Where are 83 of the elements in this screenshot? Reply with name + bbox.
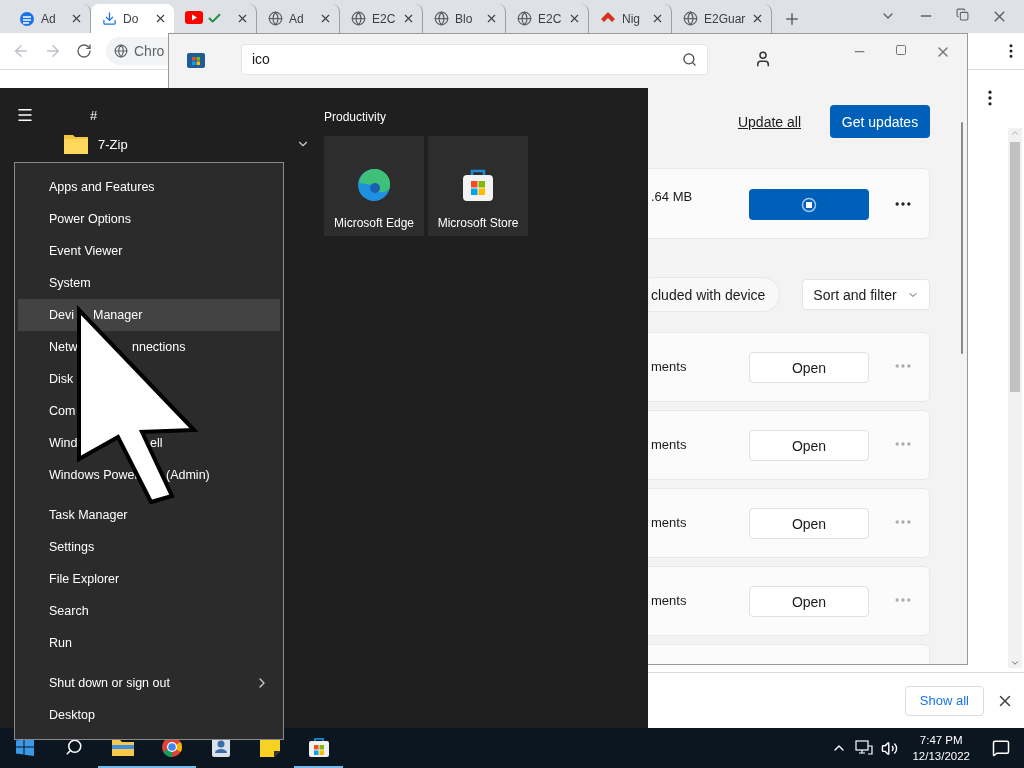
globe-icon <box>434 11 449 26</box>
menu-item[interactable]: Power Options <box>18 203 280 235</box>
globe-icon <box>268 11 283 26</box>
notification-icon[interactable] <box>992 739 1010 757</box>
globe-icon <box>683 11 698 26</box>
close-icon[interactable] <box>70 12 83 25</box>
app-name: ments <box>651 437 688 452</box>
menu-item[interactable]: System <box>18 267 280 299</box>
store-bag-icon[interactable] <box>307 736 330 758</box>
scroll-down-icon[interactable] <box>1010 658 1020 668</box>
scrollbar-thumb[interactable] <box>961 122 963 354</box>
menu-item-text[interactable]: Netw <box>49 340 78 354</box>
show-all-button[interactable]: Show all <box>904 685 984 716</box>
menu-item-text[interactable]: Wind <box>49 436 78 450</box>
stop-icon <box>801 196 817 213</box>
menu-item[interactable]: Desktop <box>18 699 280 731</box>
store-bag-icon <box>462 168 494 202</box>
close-icon[interactable] <box>402 12 415 25</box>
close-icon[interactable] <box>319 12 332 25</box>
play-icon <box>185 11 203 24</box>
check-icon <box>207 11 222 26</box>
volume-icon[interactable] <box>881 739 899 757</box>
folder-item[interactable]: 7-Zip <box>16 134 310 154</box>
group-title: Productivity <box>324 110 388 124</box>
menu-item-text[interactable]: nnections <box>132 340 186 354</box>
menu-item-text[interactable]: Devi <box>49 308 74 322</box>
menu-item[interactable]: Run <box>18 627 280 659</box>
close-icon[interactable] <box>485 12 498 25</box>
stop-download-button[interactable] <box>749 189 869 220</box>
menu-item[interactable]: File Explorer <box>18 563 280 595</box>
app-name: ments <box>651 593 688 608</box>
windows-icon[interactable] <box>15 738 34 756</box>
close-icon[interactable] <box>236 12 249 25</box>
app-tile[interactable]: Microsoft Store <box>428 136 528 236</box>
menu-item[interactable]: Task Manager <box>18 499 280 531</box>
section-letter: # <box>90 107 98 123</box>
maximize-icon[interactable] <box>895 44 907 56</box>
open-button[interactable]: Open <box>749 586 869 617</box>
open-button[interactable]: Open <box>749 352 869 383</box>
menu-item[interactable]: Settings <box>18 531 280 563</box>
download-icon <box>102 11 117 26</box>
browser-tab[interactable]: Do <box>91 4 174 33</box>
search-field[interactable]: ico <box>241 43 708 75</box>
close-icon[interactable] <box>651 12 664 25</box>
restore-icon[interactable] <box>956 8 969 21</box>
menu-item-text[interactable]: Manager <box>93 308 143 322</box>
document-icon <box>19 10 35 27</box>
sort-dropdown[interactable]: Sort and filter <box>802 279 930 310</box>
download-size: .64 MB <box>651 189 694 204</box>
menu-item[interactable]: Disk <box>18 363 280 395</box>
globe-icon <box>351 11 366 26</box>
search-icon[interactable] <box>682 51 697 67</box>
get-updates-button[interactable]: Get updates <box>830 105 930 138</box>
folder-icon[interactable] <box>111 738 134 756</box>
menu-item[interactable]: Event Viewer <box>18 235 280 267</box>
update-all-link[interactable]: Update all <box>737 113 801 130</box>
address-bar[interactable]: Chro <box>106 37 168 65</box>
scrollbar-thumb[interactable] <box>1010 142 1020 392</box>
menu-item[interactable]: Apps and Features <box>18 171 280 203</box>
reload-icon[interactable] <box>76 43 92 59</box>
menu-item-text[interactable]: ell <box>150 436 163 450</box>
account-icon[interactable] <box>754 50 772 68</box>
store-bag-icon <box>187 50 205 68</box>
globe-icon <box>517 11 532 26</box>
app-name: ments <box>651 515 688 530</box>
filter-chip[interactable]: cluded with device <box>649 277 781 312</box>
search-icon[interactable] <box>64 738 83 756</box>
folder-icon <box>64 134 88 154</box>
menu-item[interactable]: Shut down or sign out <box>18 667 280 699</box>
open-button[interactable]: Open <box>749 430 869 461</box>
clock[interactable]: 7:47 PM 12/13/2022 <box>912 732 970 764</box>
open-button[interactable]: Open <box>749 508 869 539</box>
app-tile[interactable]: Microsoft Edge <box>324 136 424 236</box>
globe-icon <box>114 44 128 58</box>
menu-icon[interactable] <box>16 106 34 124</box>
menu-item[interactable]: Search <box>18 595 280 627</box>
edge-icon <box>357 168 391 202</box>
scrollbar[interactable] <box>1008 128 1022 668</box>
menu-item-text[interactable]: (Admin) <box>166 468 210 482</box>
network-icon[interactable] <box>855 740 874 756</box>
close-icon[interactable] <box>568 12 581 25</box>
app-name: ments <box>651 359 688 374</box>
close-icon[interactable] <box>154 12 167 25</box>
